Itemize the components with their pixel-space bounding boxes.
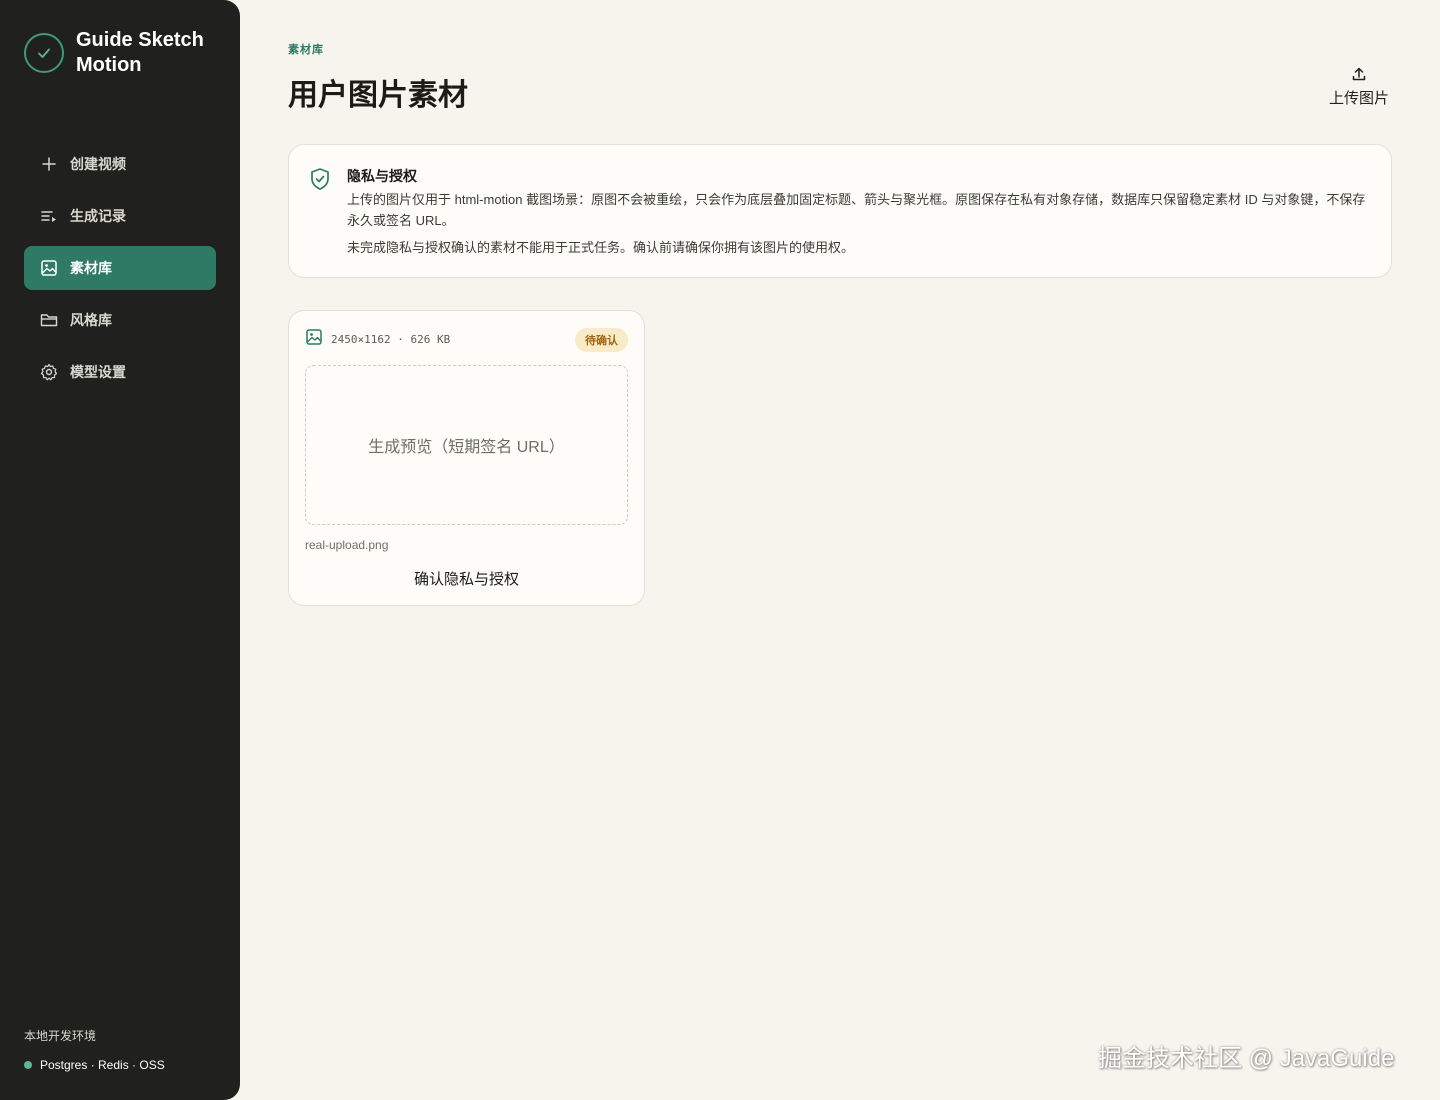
list-icon [40,207,58,225]
page-eyebrow: 素材库 [288,44,324,56]
notice-warning: 未完成隐私与授权确认的素材不能用于正式任务。确认前请确保你拥有该图片的使用权。 [347,240,855,255]
confirm-privacy-button[interactable]: 确认隐私与授权 [289,566,644,590]
sidebar-item-label: 素材库 [70,260,112,276]
asset-card: 2450×1162 · 626 KB 待确认 生成预览（短期签名 URL） re… [288,310,645,606]
watermark: 掘金技术社区 @ JavaGuide [1098,1045,1395,1072]
gear-icon [40,363,58,381]
sidebar-item-create-video[interactable]: 创建视频 [24,142,216,186]
preview-placeholder: 生成预览（短期签名 URL） [368,439,565,456]
status-dot-icon [24,1061,32,1069]
sidebar-item-styles[interactable]: 风格库 [24,298,216,342]
notice-title: 隐私与授权 [347,168,417,184]
sidebar-item-history[interactable]: 生成记录 [24,194,216,238]
environment-services: Postgres · Redis · OSS [40,1058,165,1072]
sidebar-nav: 创建视频 生成记录 素材库 风格库 模型设置 [24,142,216,402]
asset-meta: 2450×1162 · 626 KB [305,328,450,351]
shield-check-icon [309,167,331,196]
check-circle-logo-icon [24,33,64,73]
page-title: 用户图片素材 [288,79,468,112]
plus-icon [40,155,58,173]
notice-body: 上传的图片仅用于 html-motion 截图场景：原图不会被重绘，只会作为底层… [347,192,1366,228]
sidebar-item-assets[interactable]: 素材库 [24,246,216,290]
asset-preview[interactable]: 生成预览（短期签名 URL） [305,365,628,525]
upload-button-label: 上传图片 [1328,90,1389,107]
folder-icon [40,311,58,329]
sidebar-item-model-settings[interactable]: 模型设置 [24,350,216,394]
sidebar-item-label: 生成记录 [70,208,126,224]
sidebar-item-label: 风格库 [70,312,112,328]
asset-filename: real-upload.png [305,538,389,552]
image-icon [40,259,58,277]
brand[interactable]: Guide Sketch Motion [24,28,216,78]
sidebar: Guide Sketch Motion 创建视频 生成记录 素材库 风格库 模型… [0,0,240,1100]
environment-title: 本地开发环境 [24,1029,97,1043]
sidebar-item-label: 创建视频 [70,156,126,172]
image-icon [305,328,323,351]
sidebar-item-label: 模型设置 [70,364,126,380]
brand-name: Guide Sketch Motion [76,29,204,76]
status-badge: 待确认 [575,328,628,352]
privacy-notice: 隐私与授权 上传的图片仅用于 html-motion 截图场景：原图不会被重绘，… [288,144,1392,278]
upload-icon [1351,66,1367,85]
asset-dimensions-size: 2450×1162 · 626 KB [331,333,451,346]
upload-image-button[interactable]: 上传图片 [1326,66,1392,110]
environment-info: 本地开发环境 Postgres · Redis · OSS [24,1027,165,1072]
environment-status: Postgres · Redis · OSS [24,1058,165,1072]
